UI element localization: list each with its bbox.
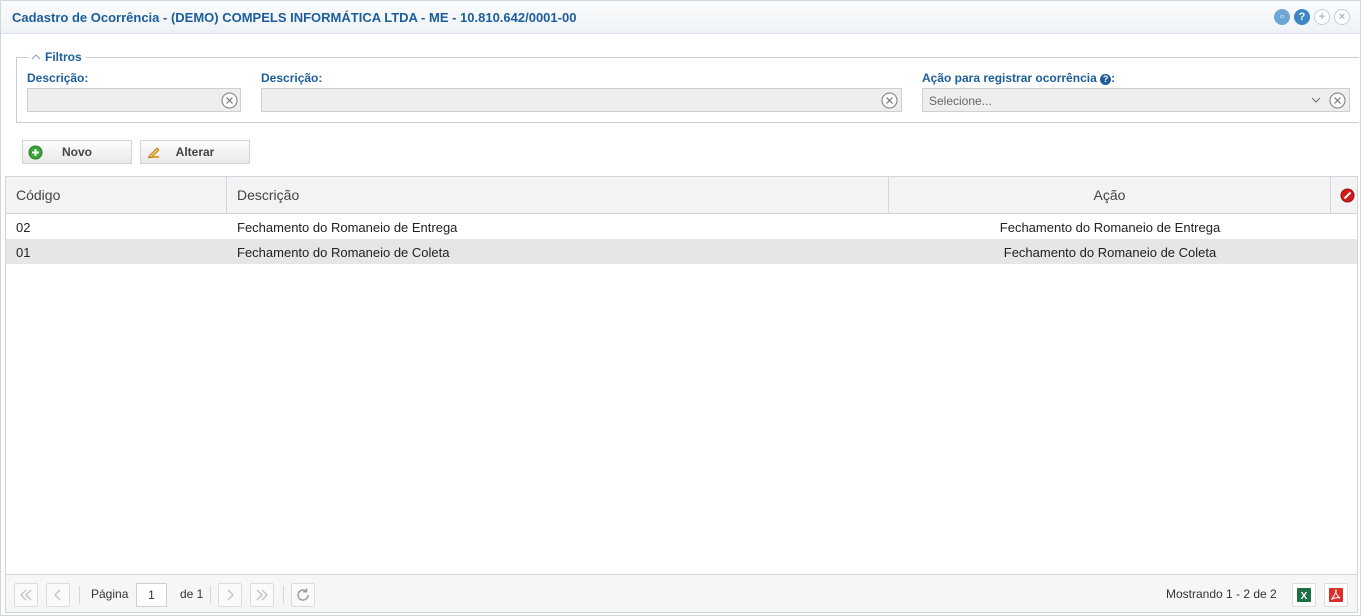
filters-legend[interactable]: Filtros [29,50,86,64]
separator [210,586,211,604]
cell-codigo: 02 [16,220,31,235]
chevron-down-icon[interactable] [1310,94,1322,106]
close-icon[interactable]: × [1334,9,1350,25]
next-page-button[interactable] [218,583,242,607]
clear-filters-icon[interactable] [1340,188,1355,203]
occurrence-grid: Código Descrição Ação 02 Fechamento do R… [5,176,1358,574]
pager: Página 1 de 1 Mostrando 1 - 2 de 2 X [5,574,1358,613]
page-label: Página [91,587,129,601]
maximize-icon[interactable]: + [1314,9,1330,25]
double-chevron-right-icon [256,589,268,601]
description-label-2: Descrição: [261,71,323,85]
title-bar: Cadastro de Ocorrência - (DEMO) COMPELS … [1,1,1360,34]
first-page-button[interactable] [14,583,38,607]
double-chevron-left-icon [20,589,32,601]
cell-acao: Fechamento do Romaneio de Coleta [1003,245,1217,260]
cell-codigo: 01 [16,245,31,260]
description-input-1[interactable] [27,88,241,112]
edit-button[interactable]: Alterar [140,140,250,164]
action-select[interactable]: Selecione... [922,88,1350,112]
page-total: de 1 [180,587,204,601]
separator [283,586,284,604]
clear-icon[interactable] [221,92,238,109]
last-page-button[interactable] [250,583,274,607]
chevron-left-icon [54,589,61,601]
filters-legend-label: Filtros [45,50,82,64]
pdf-icon [1329,588,1343,602]
description-input-2[interactable] [261,88,902,112]
separator [79,586,80,604]
svg-text:X: X [1301,591,1308,602]
clear-icon[interactable] [1329,92,1346,109]
cell-acao: Fechamento do Romaneio de Entrega [999,220,1221,235]
column-header-acao[interactable]: Ação [889,177,1331,213]
export-excel-button[interactable]: X [1292,583,1316,607]
help-icon[interactable]: ? [1100,74,1112,85]
cell-descricao: Fechamento do Romaneio de Coleta [237,245,450,260]
new-button[interactable]: Novo [22,140,132,164]
clear-icon[interactable] [881,92,898,109]
window-controls: ▫ ? + × [1274,9,1350,25]
help-icon[interactable]: ? [1294,9,1310,25]
action-label: Ação para registrar ocorrência ?: [922,71,1116,85]
table-row[interactable]: 02 Fechamento do Romaneio de Entrega Fec… [6,214,1357,239]
window-title: Cadastro de Ocorrência - (DEMO) COMPELS … [12,10,577,25]
chevron-up-icon [31,54,41,60]
chevron-right-icon [227,589,234,601]
cell-descricao: Fechamento do Romaneio de Entrega [237,220,458,235]
prev-page-button[interactable] [46,583,70,607]
excel-icon: X [1297,588,1311,602]
export-pdf-button[interactable] [1324,583,1348,607]
restore-icon[interactable]: ▫ [1274,9,1290,25]
description-label-1: Descrição: [27,71,89,85]
refresh-button[interactable] [291,583,315,607]
refresh-icon [297,588,309,601]
column-header-codigo[interactable]: Código [6,177,227,213]
column-header-descricao[interactable]: Descrição [227,177,889,213]
table-row[interactable]: 01 Fechamento do Romaneio de Coleta Fech… [6,239,1357,264]
showing-text: Mostrando 1 - 2 de 2 [1166,587,1277,601]
page-input[interactable]: 1 [136,583,167,607]
grid-header: Código Descrição Ação [6,177,1357,214]
window: Cadastro de Ocorrência - (DEMO) COMPELS … [0,0,1361,616]
